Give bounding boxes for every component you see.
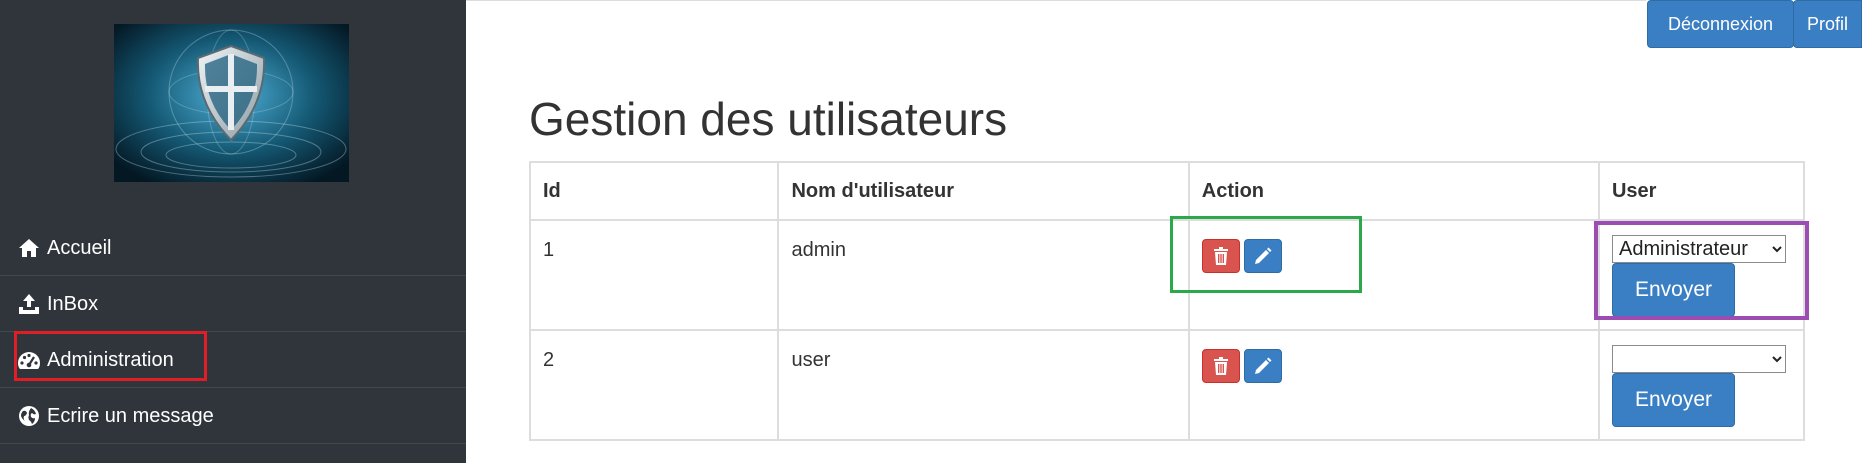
role-select[interactable] — [1611, 345, 1786, 373]
table-header-row: Id Nom d'utilisateur Action User — [528, 161, 1806, 221]
edit-button[interactable] — [1243, 349, 1282, 383]
send-button[interactable]: Envoyer — [1611, 373, 1735, 427]
top-divider — [466, 0, 1646, 1]
pencil-icon — [1254, 247, 1272, 264]
pencil-icon — [1254, 357, 1272, 374]
page-title: Gestion des utilisateurs — [529, 93, 1008, 145]
table-row: 2 user Envoyer — [528, 329, 1806, 441]
sidebar-item-label: Administration — [47, 348, 174, 371]
upload-icon — [17, 292, 41, 316]
cell-username: user — [777, 329, 1190, 441]
cell-id: 2 — [528, 329, 780, 441]
role-select[interactable]: Administrateur — [1611, 235, 1786, 263]
column-header-action: Action — [1187, 161, 1600, 221]
sidebar-nav: Accueil InBox Administration Ecrire un m… — [0, 220, 466, 444]
edit-button[interactable] — [1243, 239, 1282, 273]
cell-action — [1187, 219, 1600, 331]
sidebar: Accueil InBox Administration Ecrire un m… — [0, 0, 466, 463]
globe-icon — [17, 404, 41, 428]
cell-action — [1187, 329, 1600, 441]
home-icon — [17, 236, 41, 260]
trash-icon — [1213, 357, 1228, 375]
cell-user: Administrateur Envoyer — [1597, 219, 1806, 331]
delete-button[interactable] — [1201, 349, 1240, 383]
trash-icon — [1213, 247, 1228, 265]
sidebar-item-administration[interactable]: Administration — [0, 332, 466, 388]
security-shield-logo — [114, 24, 349, 182]
delete-button[interactable] — [1201, 239, 1240, 273]
column-header-username: Nom d'utilisateur — [777, 161, 1190, 221]
sidebar-item-label: Ecrire un message — [47, 404, 214, 427]
cell-id: 1 — [528, 219, 780, 331]
sidebar-item-inbox[interactable]: InBox — [0, 276, 466, 332]
cell-username: admin — [777, 219, 1190, 331]
column-header-id: Id — [528, 161, 780, 221]
send-button[interactable]: Envoyer — [1611, 263, 1735, 317]
sidebar-item-ecrire-un-message[interactable]: Ecrire un message — [0, 388, 466, 444]
dashboard-icon — [17, 348, 41, 372]
column-header-user: User — [1597, 161, 1806, 221]
logout-button[interactable]: Déconnexion — [1647, 0, 1794, 48]
users-table: Id Nom d'utilisateur Action User 1 admin… — [528, 161, 1806, 441]
table-row: 1 admin Administrateur Envoyer — [528, 219, 1806, 331]
sidebar-item-accueil[interactable]: Accueil — [0, 220, 466, 276]
sidebar-item-label: Accueil — [47, 236, 112, 259]
sidebar-item-label: InBox — [47, 292, 99, 315]
cell-user: Envoyer — [1597, 329, 1806, 441]
profile-button[interactable]: Profil — [1793, 0, 1862, 48]
